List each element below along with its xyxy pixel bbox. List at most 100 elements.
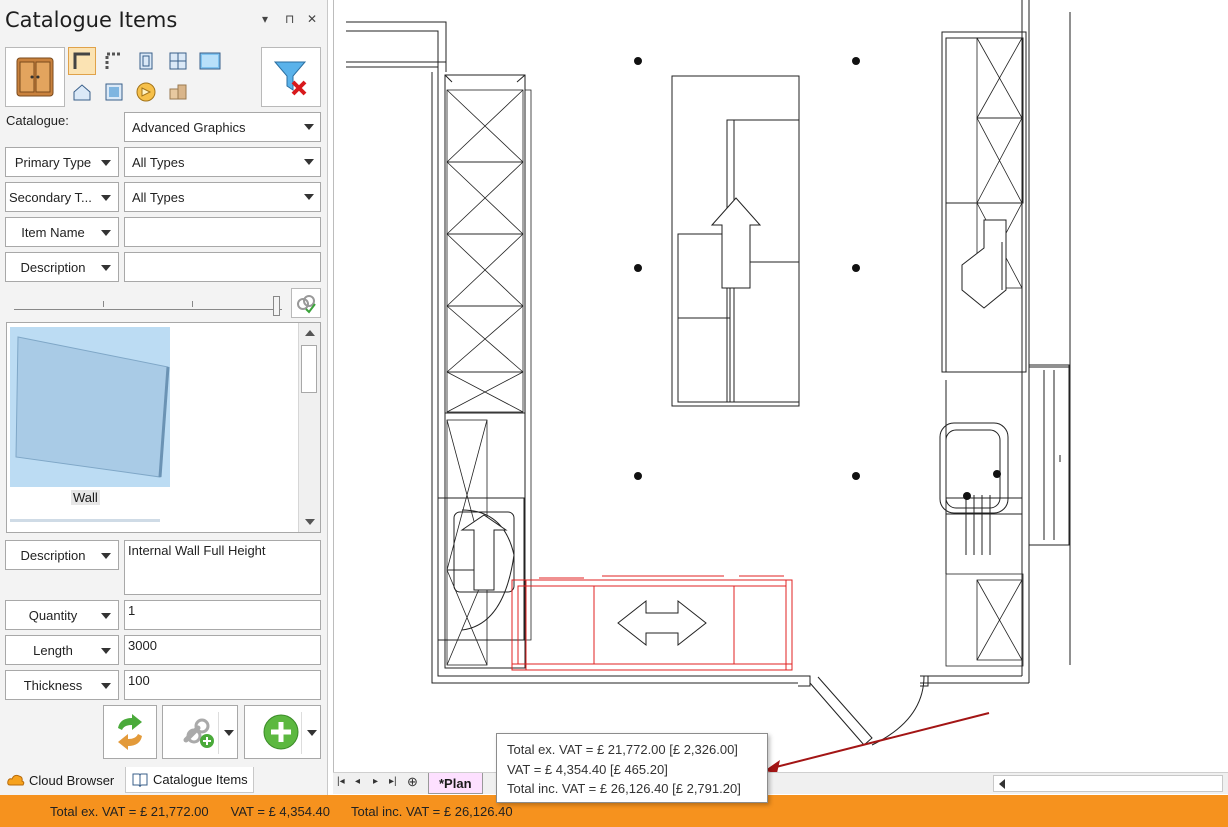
thickness-button[interactable]: Thickness — [5, 670, 119, 700]
slider-tick — [103, 301, 104, 307]
status-total-ex-vat: Total ex. VAT = £ 21,772.00 — [50, 803, 209, 819]
panel-tool-button[interactable] — [100, 78, 128, 106]
description-property-label: Description — [20, 547, 86, 563]
add-item-button[interactable] — [244, 705, 321, 759]
add-icon — [263, 714, 298, 750]
chevron-down-icon — [304, 159, 314, 165]
scroll-left-icon[interactable] — [999, 779, 1005, 789]
length-button[interactable]: Length — [5, 635, 119, 665]
primary-type-select[interactable]: All Types — [124, 147, 321, 177]
window-tool-button[interactable] — [164, 47, 192, 75]
chevron-down-icon — [101, 683, 111, 689]
slider-thumb[interactable] — [273, 296, 280, 316]
description-filter-label: Description — [20, 259, 86, 275]
window-icon — [169, 52, 187, 70]
chevron-down-icon — [101, 230, 111, 236]
link-items-button[interactable] — [291, 288, 321, 318]
scroll-thumb[interactable] — [301, 345, 317, 393]
replace-button[interactable] — [103, 705, 157, 759]
filter-clear-icon — [273, 61, 307, 96]
floor-plan-drawing[interactable] — [334, 0, 1228, 772]
secondary-type-value: All Types — [132, 189, 185, 205]
catalogue-gallery[interactable]: Wall — [6, 322, 321, 533]
link-check-icon — [297, 295, 316, 314]
wall-corner-icon — [73, 52, 90, 69]
roof-tool-button[interactable] — [68, 78, 96, 106]
picture-tool-button[interactable] — [196, 47, 224, 75]
primary-type-value: All Types — [132, 154, 185, 170]
catalogue-select[interactable]: Advanced Graphics — [124, 112, 321, 142]
tooltip-total-ex-vat: Total ex. VAT = £ 21,772.00 [£ 2,326.00] — [507, 742, 738, 757]
secondary-type-select[interactable]: All Types — [124, 182, 321, 212]
prev-sheet-icon[interactable]: ◂ — [355, 776, 360, 787]
description-property-input[interactable]: Internal Wall Full Height — [124, 540, 321, 595]
refresh-icon — [118, 714, 142, 750]
cabinet-category-button[interactable] — [5, 47, 65, 107]
roof-icon — [73, 84, 91, 101]
tab-cloud-browser[interactable]: Cloud Browser — [2, 767, 119, 793]
wall-preview-image — [15, 336, 170, 478]
thumbnail-size-slider[interactable] — [14, 309, 282, 310]
tab-catalogue-items[interactable]: Catalogue Items — [125, 767, 254, 793]
chevron-down-icon[interactable] — [224, 730, 234, 736]
lighting-tool-button[interactable] — [132, 78, 160, 106]
split-divider — [218, 712, 219, 754]
dotted-wall-tool-button[interactable] — [100, 47, 128, 75]
primary-type-button[interactable]: Primary Type — [5, 147, 119, 177]
chevron-down-icon — [101, 265, 111, 271]
tab-label: Cloud Browser — [29, 772, 115, 788]
frame-icon — [105, 83, 123, 101]
description-filter-button[interactable]: Description — [5, 252, 119, 282]
light-icon — [136, 82, 156, 102]
tooltip-total-inc-vat: Total inc. VAT = £ 26,126.40 [£ 2,791.20… — [507, 781, 741, 796]
door-tool-button[interactable] — [132, 47, 160, 75]
cabinet-icon — [16, 57, 54, 97]
link-add-button[interactable] — [162, 705, 238, 759]
chevron-down-icon — [101, 553, 111, 559]
quantity-label: Quantity — [28, 607, 78, 623]
clear-filter-button[interactable] — [261, 47, 321, 107]
thickness-input[interactable]: 100 — [124, 670, 321, 700]
first-sheet-icon[interactable]: |◂ — [337, 776, 345, 787]
wall-tool-button[interactable] — [68, 47, 96, 75]
primary-type-label: Primary Type — [14, 154, 92, 170]
catalogue-label: Catalogue: — [6, 113, 69, 128]
description-filter-input[interactable] — [124, 252, 321, 282]
status-total-inc-vat: Total inc. VAT = £ 26,126.40 — [351, 803, 513, 819]
last-sheet-icon[interactable]: ▸| — [389, 776, 397, 787]
quantity-button[interactable]: Quantity — [5, 600, 119, 630]
book-icon — [132, 773, 148, 787]
plan-canvas[interactable] — [333, 0, 1228, 772]
boxes-icon — [169, 84, 187, 100]
description-property-button[interactable]: Description — [5, 540, 119, 570]
add-sheet-icon[interactable]: ⊕ — [407, 774, 418, 790]
slider-tick — [192, 301, 193, 307]
gallery-scrollbar[interactable] — [298, 323, 320, 532]
thumbnail-caption: Wall — [71, 490, 100, 505]
tab-plan[interactable]: *Plan — [428, 773, 483, 794]
panel-menu-icon[interactable]: ▾ — [262, 12, 268, 26]
furniture-tool-button[interactable] — [164, 78, 192, 106]
item-name-button[interactable]: Item Name — [5, 217, 119, 247]
next-sheet-icon[interactable]: ▸ — [373, 776, 378, 787]
chevron-down-icon — [101, 613, 111, 619]
scroll-up-icon[interactable] — [305, 330, 315, 336]
quantity-input[interactable]: 1 — [124, 600, 321, 630]
tooltip-vat: VAT = £ 4,354.40 [£ 465.20] — [507, 761, 668, 777]
horizontal-scrollbar[interactable] — [993, 775, 1223, 792]
thickness-label: Thickness — [23, 677, 83, 693]
close-icon[interactable]: ✕ — [307, 12, 317, 26]
dotted-wall-icon — [105, 52, 122, 69]
item-name-input[interactable] — [124, 217, 321, 247]
scroll-down-icon[interactable] — [305, 519, 315, 525]
chevron-down-icon — [101, 648, 111, 654]
chevron-down-icon — [304, 124, 314, 130]
cloud-icon — [7, 774, 25, 786]
wall-thumbnail[interactable] — [10, 327, 170, 487]
pin-icon[interactable]: ⊓ — [285, 12, 294, 26]
chevron-down-icon[interactable] — [307, 730, 317, 736]
length-input[interactable]: 3000 — [124, 635, 321, 665]
split-divider — [301, 712, 302, 754]
secondary-type-button[interactable]: Secondary T... — [5, 182, 119, 212]
item-name-label: Item Name — [21, 224, 85, 240]
